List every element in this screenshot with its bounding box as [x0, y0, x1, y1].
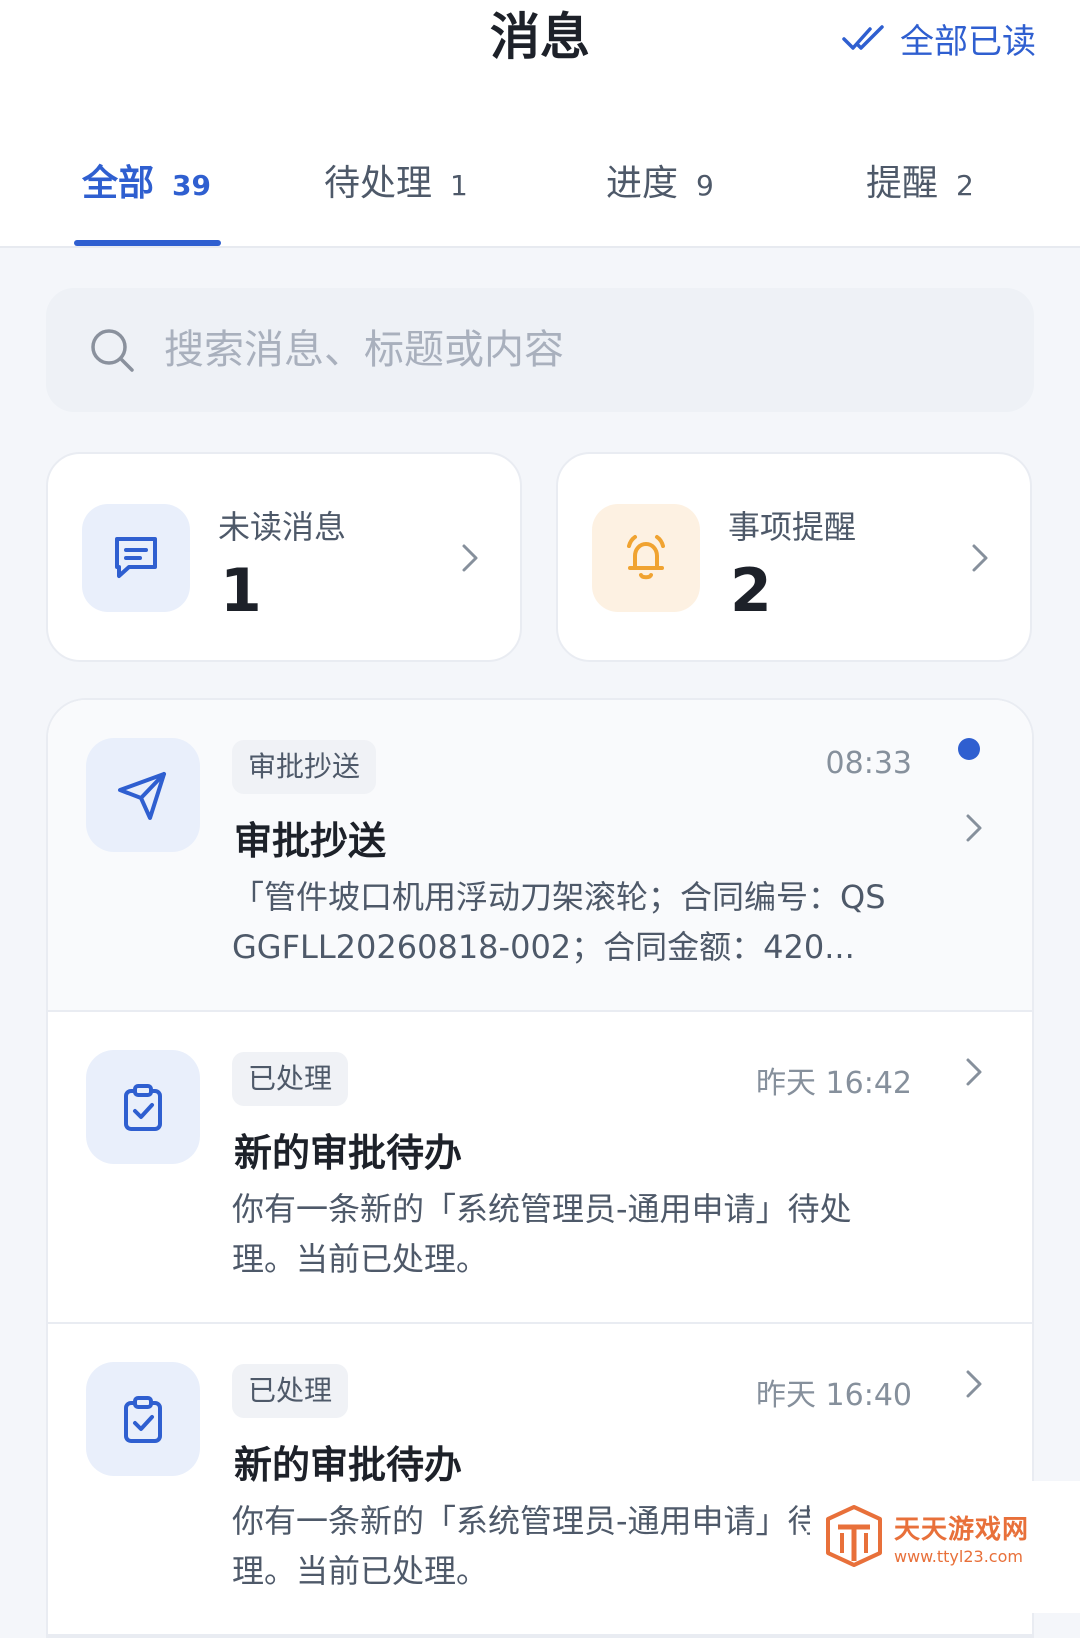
tab-label: 待处理 [324, 163, 433, 204]
unread-messages-card[interactable]: 未读消息 1 [46, 452, 522, 662]
send-icon [118, 772, 166, 820]
chevron-right-icon [966, 1058, 982, 1086]
message-body: 「管件坡口机用浮动刀架滚轮；合同编号：QSGGFLL20260818-002；合… [232, 878, 886, 966]
chevron-right-icon [966, 1370, 982, 1398]
message-item[interactable]: 已处理 昨天 16:42 新的审批待办 你有一条新的「系统管理员-通用申请」待处… [48, 1012, 1032, 1324]
message-icon-box [86, 1362, 200, 1476]
message-time: 昨天 16:40 [756, 1378, 912, 1413]
unread-count: 1 [220, 556, 262, 626]
watermark-logo-icon [826, 1505, 882, 1567]
message-time: 昨天 16:42 [756, 1066, 912, 1101]
message-title: 新的审批待办 [234, 1131, 463, 1175]
reminders-card[interactable]: 事项提醒 2 [556, 452, 1032, 662]
tab-progress[interactable]: 进度 9 [606, 154, 714, 214]
unread-label: 未读消息 [218, 508, 347, 546]
tab-count: 1 [450, 169, 468, 202]
unread-dot [958, 738, 980, 760]
active-tab-indicator [74, 240, 221, 246]
message-tag: 已处理 [232, 1052, 349, 1106]
tab-all[interactable]: 全部 39 [82, 154, 211, 214]
tab-label: 进度 [606, 163, 679, 204]
search-bar[interactable] [46, 288, 1034, 412]
tab-reminders[interactable]: 提醒 2 [866, 154, 974, 214]
reminders-label: 事项提醒 [728, 508, 857, 546]
tab-pending[interactable]: 待处理 1 [324, 154, 468, 214]
tab-count: 2 [956, 169, 974, 202]
watermark: 天天游戏网 www.ttyl23.com [810, 1481, 1080, 1613]
reminders-icon-box [592, 504, 700, 612]
tab-label: 全部 [82, 163, 155, 204]
message-icon [115, 537, 157, 578]
message-body: 你有一条新的「系统管理员-通用申请」待处理。当前已处理。 [232, 1190, 852, 1278]
unread-icon-box [82, 504, 190, 612]
message-title: 新的审批待办 [234, 1443, 463, 1487]
double-check-icon [842, 25, 884, 50]
mark-all-read-label: 全部已读 [900, 21, 1036, 62]
message-title: 审批抄送 [234, 819, 387, 863]
clipboard-check-icon [124, 1396, 162, 1443]
message-time: 08:33 [825, 746, 912, 781]
chevron-right-icon [966, 814, 982, 842]
watermark-url: www.ttyl23.com [894, 1547, 1023, 1566]
mark-all-read-button[interactable]: 全部已读 [842, 10, 1036, 66]
tab-count: 39 [172, 169, 211, 202]
message-tag: 已处理 [232, 1364, 349, 1418]
tab-bar: 全部 39 待处理 1 进度 9 提醒 2 [0, 140, 1080, 246]
chevron-right-icon [972, 544, 988, 572]
message-body: 你有一条新的「系统管理员-通用申请」待处理。当前已处理。 [232, 1502, 852, 1590]
message-tag: 审批抄送 [232, 740, 377, 794]
tab-count: 9 [696, 169, 714, 202]
clipboard-check-icon [124, 1084, 162, 1131]
message-item[interactable]: 审批抄送 08:33 审批抄送 「管件坡口机用浮动刀架滚轮；合同编号：QSGGF… [48, 700, 1032, 1012]
watermark-name: 天天游戏网 [894, 1515, 1030, 1545]
message-icon-box [86, 738, 200, 852]
message-icon-box [86, 1050, 200, 1164]
bell-icon [627, 535, 665, 580]
tab-label: 提醒 [866, 163, 939, 204]
chevron-right-icon [462, 544, 478, 572]
reminders-count: 2 [730, 556, 772, 626]
search-icon [91, 329, 134, 372]
header: 消息 全部已读 全部 39 待处理 1 进度 9 提醒 2 [0, 0, 1080, 248]
search-input[interactable] [162, 326, 926, 374]
